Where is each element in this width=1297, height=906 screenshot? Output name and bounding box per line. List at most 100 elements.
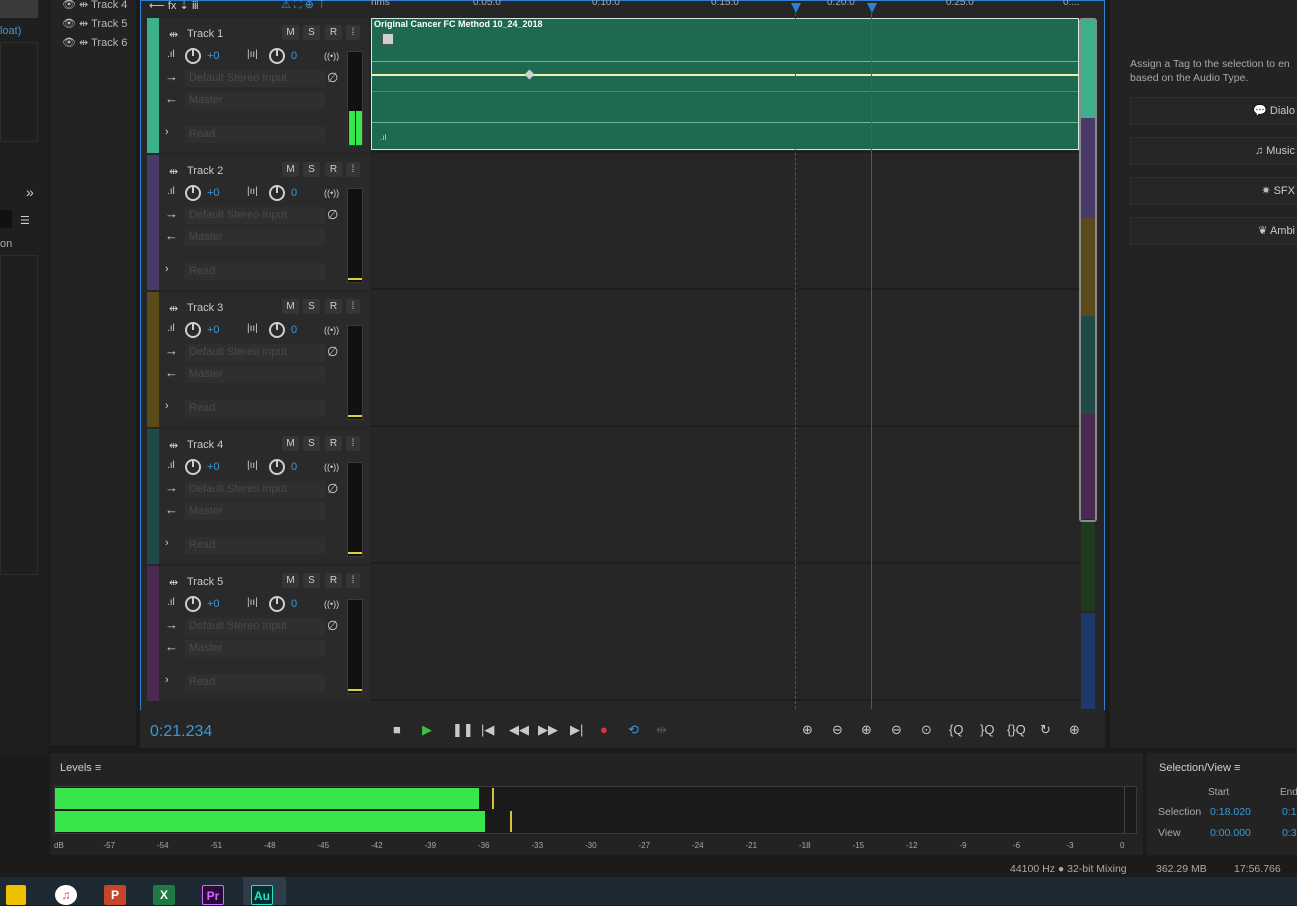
input-monitor-button[interactable]: ⁞: [346, 25, 360, 40]
output-select[interactable]: Master: [185, 503, 325, 520]
mute-button[interactable]: M: [282, 436, 299, 451]
track-name[interactable]: Track 5: [187, 576, 223, 588]
solo-button[interactable]: S: [303, 573, 320, 588]
header-right-icons[interactable]: ⚠ ⛶ ⊕ ⊤: [281, 0, 331, 11]
output-select[interactable]: Master: [185, 92, 325, 109]
eye-icon[interactable]: 👁: [62, 37, 76, 49]
solo-button[interactable]: S: [303, 162, 320, 177]
audio-clip[interactable]: Original Cancer FC Method 10_24_2018 .ıl: [371, 18, 1079, 150]
skip-selection-icon[interactable]: ⇹: [656, 722, 667, 738]
fast-forward-icon[interactable]: ▶▶: [538, 722, 558, 738]
volume-knob[interactable]: [185, 596, 201, 612]
input-select[interactable]: Default Stereo Input: [185, 344, 325, 361]
stereo-icon[interactable]: ((•)): [324, 599, 339, 609]
solo-button[interactable]: S: [303, 299, 320, 314]
track-lane[interactable]: [371, 292, 1079, 427]
expand-chevron-icon[interactable]: ›: [165, 537, 169, 549]
excel-icon[interactable]: X: [153, 885, 175, 905]
loop-icon[interactable]: ⟲: [628, 722, 639, 738]
mute-button[interactable]: M: [282, 25, 299, 40]
skip-to-start-icon[interactable]: |◀: [481, 722, 494, 738]
sticky-notes-icon[interactable]: [6, 885, 26, 905]
automation-mode-select[interactable]: Read: [185, 126, 325, 143]
output-select[interactable]: Master: [185, 366, 325, 383]
volume-envelope[interactable]: [372, 74, 1078, 76]
phase-invert-icon[interactable]: ∅: [327, 618, 338, 634]
solo-button[interactable]: S: [303, 25, 320, 40]
list-options-icon[interactable]: ☰: [20, 214, 30, 227]
automation-mode-select[interactable]: Read: [185, 537, 325, 554]
envelope-keyframe[interactable]: [524, 69, 535, 80]
record-arm-button[interactable]: R: [325, 299, 342, 314]
phase-invert-icon[interactable]: ∅: [327, 70, 338, 86]
volume-value[interactable]: +0: [207, 187, 220, 199]
pan-knob[interactable]: [269, 459, 285, 475]
input-monitor-button[interactable]: ⁞: [346, 162, 360, 177]
overview-scroll-thumb[interactable]: [1079, 18, 1097, 522]
volume-value[interactable]: +0: [207, 598, 220, 610]
pan-value[interactable]: 0: [291, 324, 297, 336]
itunes-icon[interactable]: ♫: [55, 885, 77, 905]
dialogue-button[interactable]: 💬 Dialo: [1130, 97, 1297, 125]
track-list-item[interactable]: 👁 ⇹ Track 6: [62, 36, 127, 54]
track-name[interactable]: Track 1: [187, 28, 223, 40]
record-arm-button[interactable]: R: [325, 573, 342, 588]
input-select[interactable]: Default Stereo Input: [185, 481, 325, 498]
music-button[interactable]: ♫ Music: [1130, 137, 1297, 165]
pause-icon[interactable]: ❚❚: [452, 722, 474, 738]
expand-icon[interactable]: »: [26, 184, 34, 200]
ambience-button[interactable]: ❦ Ambi: [1130, 217, 1297, 245]
playhead-marker[interactable]: [867, 3, 877, 13]
expand-chevron-icon[interactable]: ›: [165, 674, 169, 686]
pan-knob[interactable]: [269, 596, 285, 612]
zoom-out-time-icon[interactable]: ⊖: [891, 722, 902, 738]
selection-end-value[interactable]: 0:1: [1282, 806, 1297, 818]
track-list-item[interactable]: 👁 ⇹ Track 4: [62, 0, 127, 16]
track-lane[interactable]: Original Cancer FC Method 10_24_2018 .ıl: [371, 18, 1079, 153]
zoom-in-time-icon[interactable]: ⊕: [861, 722, 872, 738]
zoom-in-point-icon[interactable]: {Q: [949, 722, 963, 737]
expand-chevron-icon[interactable]: ›: [165, 400, 169, 412]
mute-button[interactable]: M: [282, 299, 299, 314]
clip-indicator[interactable]: [1124, 787, 1136, 833]
volume-knob[interactable]: [185, 185, 201, 201]
stereo-icon[interactable]: ((•)): [324, 325, 339, 335]
volume-value[interactable]: +0: [207, 461, 220, 473]
pan-knob[interactable]: [269, 185, 285, 201]
clip-gain-icon[interactable]: .ıl: [380, 133, 386, 142]
record-arm-button[interactable]: R: [325, 436, 342, 451]
automation-mode-select[interactable]: Read: [185, 263, 325, 280]
overview-scroll-track6[interactable]: [1081, 521, 1095, 611]
phase-invert-icon[interactable]: ∅: [327, 481, 338, 497]
record-arm-button[interactable]: R: [325, 25, 342, 40]
automation-mode-select[interactable]: Read: [185, 400, 325, 417]
stub-field[interactable]: [0, 210, 12, 228]
solo-button[interactable]: S: [303, 436, 320, 451]
skip-to-end-icon[interactable]: ▶|: [570, 722, 583, 738]
audition-icon[interactable]: Au: [251, 885, 273, 905]
input-select[interactable]: Default Stereo Input: [185, 70, 325, 87]
pan-value[interactable]: 0: [291, 461, 297, 473]
record-icon[interactable]: ●: [600, 722, 608, 737]
playhead-line[interactable]: [871, 13, 872, 709]
input-select[interactable]: Default Stereo Input: [185, 618, 325, 635]
zoom-out-amplitude-icon[interactable]: ⊖: [832, 722, 843, 738]
selection-start-value[interactable]: 0:18.020: [1210, 806, 1251, 818]
phase-invert-icon[interactable]: ∅: [327, 207, 338, 223]
expand-chevron-icon[interactable]: ›: [165, 263, 169, 275]
pan-value[interactable]: 0: [291, 50, 297, 62]
volume-knob[interactable]: [185, 48, 201, 64]
track-list-item[interactable]: 👁 ⇹ Track 5: [62, 17, 127, 35]
volume-value[interactable]: +0: [207, 50, 220, 62]
sfx-button[interactable]: ✷ SFX: [1130, 177, 1297, 205]
mute-button[interactable]: M: [282, 162, 299, 177]
play-icon[interactable]: ▶: [422, 722, 432, 738]
input-monitor-button[interactable]: ⁞: [346, 436, 360, 451]
header-icons[interactable]: ⟵ fx ⇣ ⅲ: [149, 0, 199, 12]
track-lane[interactable]: [371, 155, 1079, 290]
output-select[interactable]: Master: [185, 640, 325, 657]
input-select[interactable]: Default Stereo Input: [185, 207, 325, 224]
mute-button[interactable]: M: [282, 573, 299, 588]
powerpoint-icon[interactable]: P: [104, 885, 126, 905]
rewind-icon[interactable]: ◀◀: [509, 722, 529, 738]
